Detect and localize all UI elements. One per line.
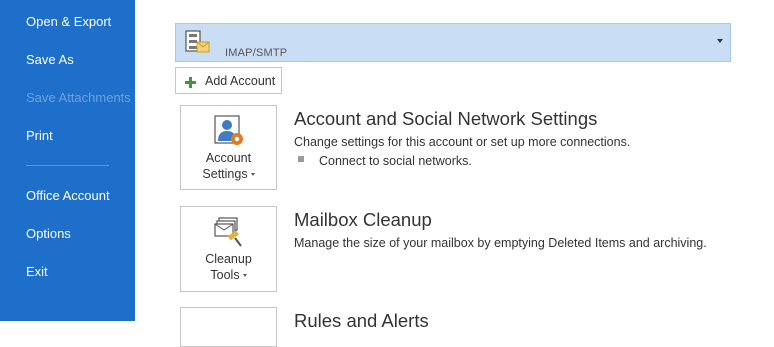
section-desc-account-settings: Change settings for this account or set … [294,135,631,149]
nav-item-print[interactable]: Print [26,128,53,144]
section-title-mailbox-cleanup: Mailbox Cleanup [294,209,432,230]
nav-divider [26,165,109,166]
bullet-square-icon [298,156,304,162]
tile-label-line2: Settings [181,166,276,182]
cleanup-tools-button[interactable]: Cleanup Tools [180,206,277,292]
nav-item-open-export[interactable]: Open & Export [26,14,111,30]
account-settings-icon [184,29,214,57]
selected-account-label: IMAP/SMTP [225,47,288,59]
nav-item-office-account[interactable]: Office Account [26,188,110,204]
rules-alerts-button[interactable] [180,307,277,347]
nav-item-save-as[interactable]: Save As [26,52,74,68]
section-title-rules-alerts: Rules and Alerts [294,310,429,331]
add-account-button[interactable]: Add Account [175,67,282,94]
caret-down-icon [242,274,247,278]
tile-label-line2: Tools [181,267,276,283]
account-settings-tile-label: Account Settings [181,150,276,182]
section-desc-mailbox-cleanup: Manage the size of your mailbox by empty… [294,236,707,250]
section-title-account-settings: Account and Social Network Settings [294,108,598,129]
nav-item-save-attachments: Save Attachments [26,90,131,105]
nav-item-options[interactable]: Options [26,226,71,242]
account-selector-dropdown[interactable]: IMAP/SMTP [175,23,731,62]
backstage-nav: Open & Export Save As Save Attachments P… [0,0,135,321]
account-settings-icon [212,114,246,148]
rules-alerts-icon [212,316,246,324]
tile-label-line1: Account [205,151,252,165]
cleanup-tools-icon [212,216,246,250]
tile-label-line1: Cleanup [205,252,252,266]
cleanup-tools-tile-label: Cleanup Tools [181,251,276,283]
plus-icon [185,75,196,88]
nav-item-exit[interactable]: Exit [26,264,48,280]
connect-social-networks-link[interactable]: Connect to social networks. [319,154,472,168]
account-settings-button[interactable]: Account Settings [180,105,277,190]
chevron-down-icon [717,39,723,43]
add-account-label: Add Account [205,74,276,88]
caret-down-icon [250,173,255,177]
